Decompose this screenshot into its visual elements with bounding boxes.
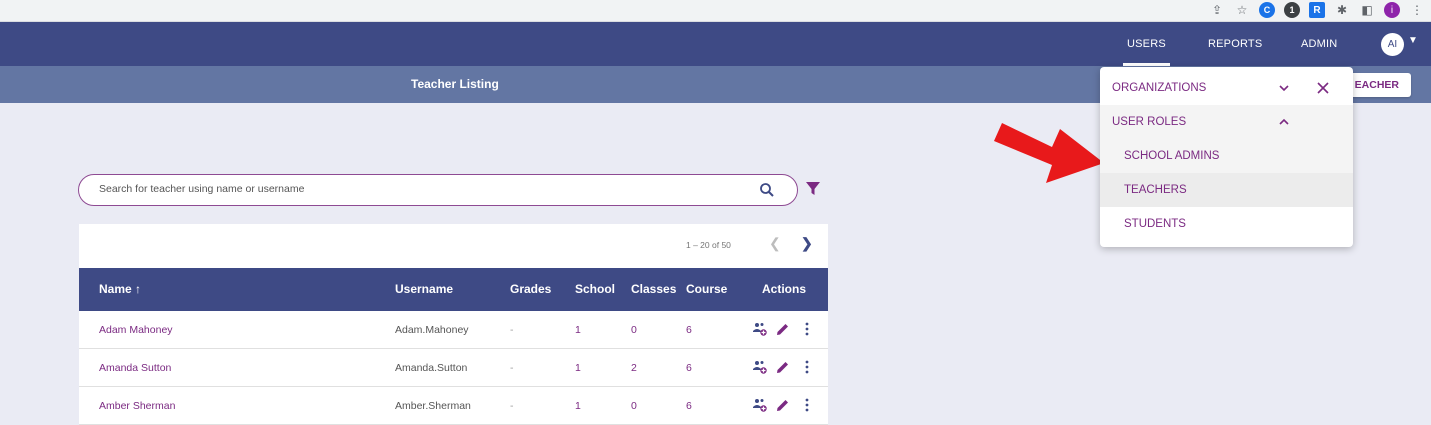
- top-navigation: USERS REPORTS ADMIN AI ▼: [0, 22, 1431, 66]
- more-vert-icon[interactable]: [800, 360, 814, 374]
- search-box: [78, 174, 798, 206]
- browser-icons: ⇪ ☆ C 1 R ✱ ◧ i ⋮: [1209, 2, 1425, 18]
- edit-icon[interactable]: [776, 398, 790, 412]
- menu-item-school-admins[interactable]: SCHOOL ADMINS: [1100, 139, 1353, 173]
- teacher-classes: 0: [631, 324, 637, 336]
- column-header-username[interactable]: Username: [395, 268, 453, 311]
- teacher-school: 1: [575, 324, 581, 336]
- teacher-course[interactable]: 6: [686, 311, 692, 349]
- column-header-grades[interactable]: Grades: [510, 268, 551, 311]
- column-header-school[interactable]: School: [575, 268, 615, 311]
- column-header-course[interactable]: Course: [686, 268, 727, 311]
- teacher-grades: -: [510, 362, 514, 374]
- teacher-classes: 2: [631, 362, 637, 374]
- table-row: Amanda Sutton Amanda.Sutton - 1 2 6: [79, 349, 828, 387]
- assign-user-icon[interactable]: [753, 360, 767, 374]
- assign-user-icon[interactable]: [753, 322, 767, 336]
- browser-toolbar: ⇪ ☆ C 1 R ✱ ◧ i ⋮: [0, 0, 1431, 22]
- search-input[interactable]: [99, 183, 739, 195]
- table-header: Name ↑ Username Grades School Classes Co…: [79, 268, 828, 311]
- paginator: 1 – 20 of 50 ❮ ❯: [79, 224, 828, 268]
- column-header-classes[interactable]: Classes: [631, 268, 676, 311]
- caret-down-icon[interactable]: ▼: [1408, 35, 1418, 46]
- star-icon[interactable]: ☆: [1234, 2, 1250, 18]
- close-icon[interactable]: [1317, 82, 1329, 94]
- teacher-username: Amber.Sherman: [395, 400, 471, 412]
- teacher-grades: -: [510, 400, 514, 412]
- edit-icon[interactable]: [776, 322, 790, 336]
- teacher-name[interactable]: Adam Mahoney: [99, 311, 173, 349]
- chevron-right-icon[interactable]: ❯: [801, 235, 813, 252]
- users-dropdown-menu: ORGANIZATIONS USER ROLES SCHOOL ADMINS T…: [1100, 67, 1353, 247]
- assign-user-icon[interactable]: [753, 398, 767, 412]
- menu-item-label: STUDENTS: [1124, 218, 1186, 230]
- extension-c-icon[interactable]: C: [1259, 2, 1275, 18]
- chevron-down-icon[interactable]: [1278, 83, 1290, 93]
- teacher-course[interactable]: 6: [686, 387, 692, 425]
- teacher-school: 1: [575, 400, 581, 412]
- onepassword-icon[interactable]: 1: [1284, 2, 1300, 18]
- more-vert-icon[interactable]: [800, 322, 814, 336]
- menu-item-label: SCHOOL ADMINS: [1124, 150, 1220, 162]
- menu-item-teachers[interactable]: TEACHERS: [1100, 173, 1353, 207]
- puzzle-icon[interactable]: ✱: [1334, 2, 1350, 18]
- filter-icon[interactable]: [806, 182, 820, 196]
- teacher-name[interactable]: Amber Sherman: [99, 387, 175, 425]
- chevron-up-icon[interactable]: [1278, 117, 1290, 127]
- column-header-actions: Actions: [762, 282, 807, 296]
- teacher-username: Amanda.Sutton: [395, 362, 468, 374]
- nav-reports[interactable]: REPORTS: [1208, 22, 1262, 66]
- teacher-username: Adam.Mahoney: [395, 324, 469, 336]
- pager-range: 1 – 20 of 50: [686, 240, 731, 250]
- teacher-classes: 0: [631, 400, 637, 412]
- menu-item-students[interactable]: STUDENTS: [1100, 207, 1353, 241]
- profile-icon[interactable]: i: [1384, 2, 1400, 18]
- table-row: Amber Sherman Amber.Sherman - 1 0 6: [79, 387, 828, 425]
- page-title: Teacher Listing: [411, 77, 499, 91]
- column-header-name[interactable]: Name ↑: [99, 268, 141, 311]
- menu-item-label: TEACHERS: [1124, 184, 1187, 196]
- search-icon[interactable]: [759, 182, 775, 198]
- menu-organizations-label: ORGANIZATIONS: [1112, 82, 1207, 94]
- avatar[interactable]: AI: [1381, 33, 1404, 56]
- teacher-school: 1: [575, 362, 581, 374]
- teacher-name[interactable]: Amanda Sutton: [99, 349, 171, 387]
- teacher-grades: -: [510, 324, 514, 336]
- edit-icon[interactable]: [776, 360, 790, 374]
- nav-users[interactable]: USERS: [1123, 22, 1170, 66]
- nav-admin[interactable]: ADMIN: [1301, 22, 1337, 66]
- menu-user-roles-label: USER ROLES: [1112, 116, 1187, 128]
- chevron-left-icon[interactable]: ❮: [769, 235, 781, 252]
- kebab-icon[interactable]: ⋮: [1409, 2, 1425, 18]
- sidepanel-icon[interactable]: ◧: [1359, 2, 1375, 18]
- annotation-arrow: [994, 123, 1104, 183]
- table-row: Adam Mahoney Adam.Mahoney - 1 0 6: [79, 311, 828, 349]
- teacher-table: 1 – 20 of 50 ❮ ❯ Name ↑ Username Grades …: [79, 224, 828, 425]
- share-icon[interactable]: ⇪: [1209, 2, 1225, 18]
- more-vert-icon[interactable]: [800, 398, 814, 412]
- menu-organizations[interactable]: ORGANIZATIONS: [1100, 71, 1353, 105]
- teacher-course[interactable]: 6: [686, 349, 692, 387]
- menu-user-roles[interactable]: USER ROLES: [1100, 105, 1353, 139]
- extension-r-icon[interactable]: R: [1309, 2, 1325, 18]
